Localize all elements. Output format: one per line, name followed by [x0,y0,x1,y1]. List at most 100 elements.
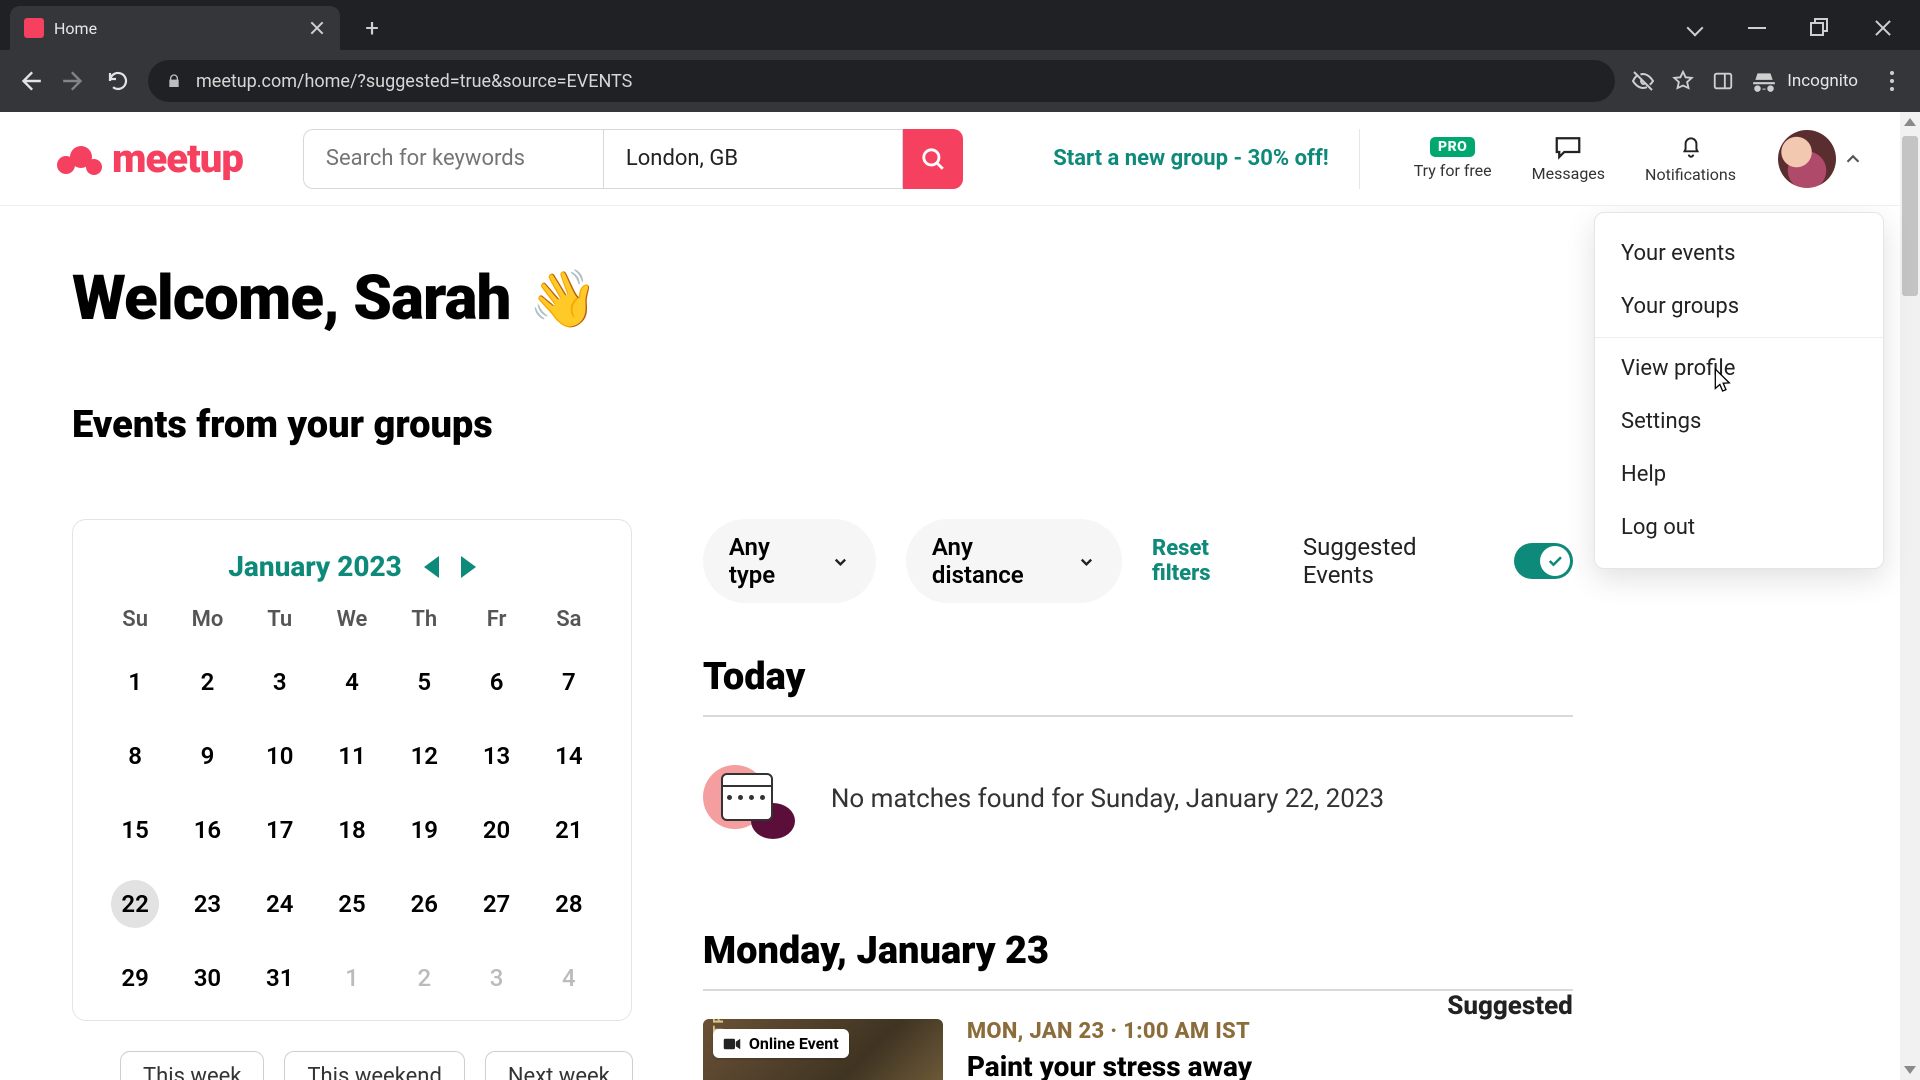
calendar-day[interactable]: 24 [256,880,304,928]
vertical-scrollbar[interactable] [1900,112,1920,1080]
calendar-day[interactable]: 3 [473,954,521,1002]
calendar-day[interactable]: 18 [328,806,376,854]
minimize-icon[interactable] [1748,19,1766,37]
window-controls [1686,6,1920,50]
messages-icon [1553,134,1583,160]
this-week-button[interactable]: This week [120,1051,264,1080]
new-tab-button[interactable]: + [352,8,392,48]
calendar-day[interactable]: 30 [183,954,231,1002]
location-input[interactable] [603,129,903,189]
browser-toolbar: Incognito [0,50,1920,112]
calendar-day[interactable]: 1 [328,954,376,1002]
bookmark-star-icon[interactable] [1671,69,1695,93]
calendar-day[interactable]: 11 [328,732,376,780]
menu-your-groups[interactable]: Your groups [1595,280,1883,338]
scrollbar-thumb[interactable] [1902,136,1918,296]
menu-help[interactable]: Help [1595,448,1883,501]
back-button[interactable] [16,67,44,95]
profile-menu-trigger[interactable] [1766,130,1864,188]
close-window-icon[interactable] [1874,19,1892,37]
calendar-day[interactable]: 22 [111,880,159,928]
messages-link[interactable]: Messages [1522,134,1615,183]
kebab-menu-icon[interactable] [1880,69,1904,93]
search-input[interactable] [303,129,603,189]
calendar-day[interactable]: 15 [111,806,159,854]
calendar-day[interactable]: 31 [256,954,304,1002]
page-body: Your events Your groups View profile Set… [0,206,1920,1080]
calendar-day[interactable]: 21 [545,806,593,854]
tab-search-icon[interactable] [1686,19,1704,37]
calendar-day[interactable]: 3 [256,658,304,706]
calendar-day[interactable]: 2 [183,658,231,706]
reset-filters-link[interactable]: Reset filters [1152,536,1267,586]
calendar-prev-button[interactable] [424,556,439,578]
calendar-day[interactable]: 20 [473,806,521,854]
search-bar [303,129,963,189]
incognito-badge[interactable]: Incognito [1751,68,1858,94]
reload-button[interactable] [104,67,132,95]
try-pro[interactable]: PRO Try for free [1404,137,1502,180]
address-bar[interactable] [148,60,1615,102]
maximize-icon[interactable] [1810,18,1830,38]
chevron-down-icon [831,552,850,572]
calendar-day[interactable]: 12 [400,732,448,780]
calendar-day[interactable]: 9 [183,732,231,780]
distance-filter[interactable]: Any distance [906,519,1122,603]
calendar-day[interactable]: 2 [400,954,448,1002]
calendar-day[interactable]: 28 [545,880,593,928]
calendar-day[interactable]: 19 [400,806,448,854]
start-group-link[interactable]: Start a new group - 30% off! [1053,129,1359,189]
calendar-month-label: January 2023 [228,550,402,583]
calendar-next-button[interactable] [461,556,476,578]
calendar-day[interactable]: 8 [111,732,159,780]
chevron-up-icon [1842,148,1864,170]
tab-title: Home [54,19,300,38]
eye-off-icon[interactable] [1631,69,1655,93]
calendar-day[interactable]: 14 [545,732,593,780]
calendar-day[interactable]: 23 [183,880,231,928]
suggested-events-toggle[interactable] [1514,543,1573,579]
logo-text: meetup [112,135,243,182]
lock-icon [166,72,182,90]
calendar-day[interactable]: 27 [473,880,521,928]
type-filter[interactable]: Any type [703,519,876,603]
calendar-day[interactable]: 25 [328,880,376,928]
incognito-label: Incognito [1787,71,1858,91]
no-matches-row: No matches found for Sunday, January 22,… [703,759,1573,839]
calendar-day[interactable]: 17 [256,806,304,854]
meetup-logo[interactable]: meetup [56,135,243,182]
event-row[interactable]: STRESS AWAY Online Event MON, JAN 23 · 1… [703,991,1573,1080]
menu-settings[interactable]: Settings [1595,395,1883,448]
calendar-day[interactable]: 5 [400,658,448,706]
calendar-day[interactable]: 26 [400,880,448,928]
profile-dropdown: Your events Your groups View profile Set… [1594,212,1884,569]
site-header: meetup Start a new group - 30% off! PRO … [0,112,1920,206]
browser-chrome: Home + [0,0,1920,112]
calendar-day[interactable]: 10 [256,732,304,780]
forward-button[interactable] [60,67,88,95]
calendar-day[interactable]: 29 [111,954,159,1002]
menu-view-profile[interactable]: View profile [1595,342,1883,395]
video-icon [723,1037,741,1051]
welcome-text: Welcome, Sarah [72,262,510,335]
notifications-link[interactable]: Notifications [1635,133,1746,184]
close-tab-icon[interactable] [310,21,324,35]
calendar-day[interactable]: 7 [545,658,593,706]
calendar-day[interactable]: 4 [328,658,376,706]
calendar-day[interactable]: 1 [111,658,159,706]
search-button[interactable] [903,129,963,189]
side-panel-icon[interactable] [1711,69,1735,93]
next-week-button[interactable]: Next week [485,1051,633,1080]
scroll-up-icon[interactable] [1904,118,1916,126]
menu-your-events[interactable]: Your events [1595,227,1883,280]
scroll-down-icon[interactable] [1904,1066,1916,1074]
url-input[interactable] [196,71,1597,92]
this-weekend-button[interactable]: This weekend [284,1051,464,1080]
calendar-day[interactable]: 16 [183,806,231,854]
browser-tab[interactable]: Home [10,6,340,50]
menu-log-out[interactable]: Log out [1595,501,1883,554]
calendar-day[interactable]: 6 [473,658,521,706]
calendar-day[interactable]: 13 [473,732,521,780]
no-matches-icon [703,759,795,839]
calendar-day[interactable]: 4 [545,954,593,1002]
